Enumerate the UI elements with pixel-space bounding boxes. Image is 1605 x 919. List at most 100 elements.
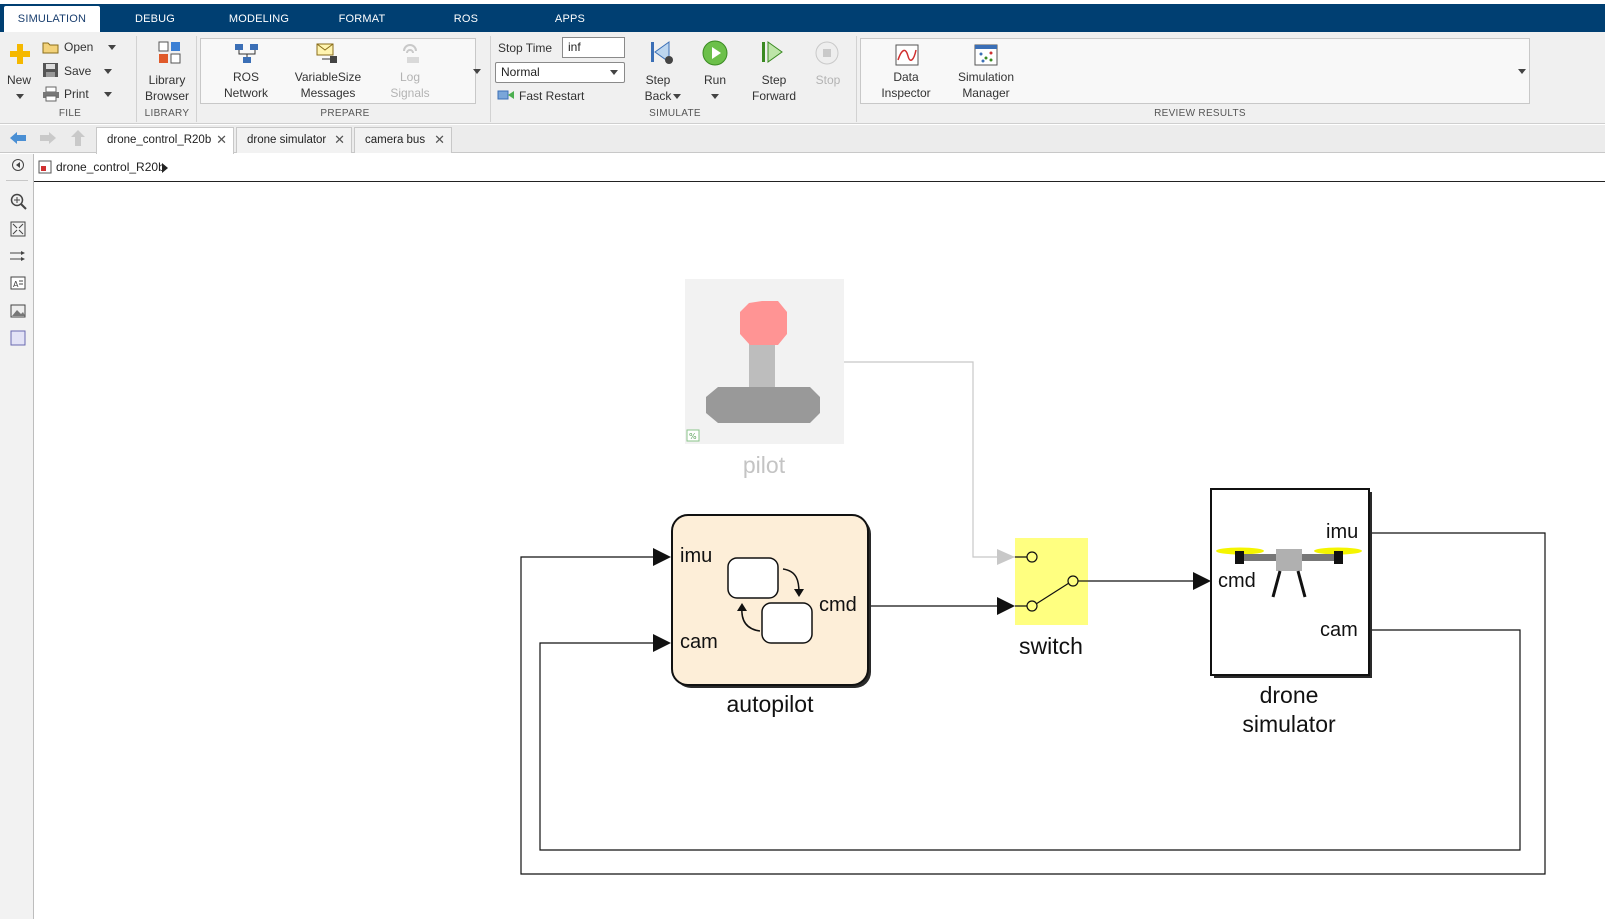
variable-size-messages-button[interactable]: VariableSize Messages: [292, 69, 364, 101]
data-inspector-icon[interactable]: [895, 44, 919, 69]
switch-block[interactable]: [1015, 538, 1088, 625]
tab-ros[interactable]: ROS: [440, 6, 492, 32]
doc-tab-label: drone_control_R20b: [107, 134, 212, 146]
tab-apps[interactable]: APPS: [540, 6, 600, 32]
drone-simulator-label-2: simulator: [1242, 711, 1336, 737]
simulation-manager-icon[interactable]: [974, 44, 998, 69]
library-browser-button[interactable]: Library Browser: [140, 72, 194, 104]
ros-network-button[interactable]: ROS Network: [216, 69, 276, 101]
ribbon-separator: [490, 36, 491, 122]
variable-size-label-1: VariableSize: [294, 70, 362, 84]
run-button[interactable]: Run: [698, 72, 732, 88]
doc-tab-camera-bus[interactable]: camera bus ✕: [354, 127, 452, 153]
run-dropdown-caret[interactable]: [711, 94, 719, 99]
drone-simulator-label: drone simulator: [1219, 681, 1359, 739]
step-back-button[interactable]: Step Back: [636, 72, 680, 104]
tab-simulation[interactable]: SIMULATION: [4, 6, 100, 32]
prepare-gallery-expand[interactable]: [473, 69, 481, 74]
close-icon[interactable]: ✕: [434, 128, 445, 152]
open-button[interactable]: Open: [64, 40, 93, 54]
image-icon[interactable]: [9, 302, 27, 323]
forward-arrow-icon[interactable]: [38, 130, 58, 149]
svg-text:%: %: [689, 432, 697, 441]
step-forward-button[interactable]: Step Forward: [748, 72, 800, 104]
data-inspector-button[interactable]: Data Inspector: [876, 69, 936, 101]
data-inspector-label-2: Inspector: [881, 86, 931, 100]
imu-feedback-arrow: [653, 548, 671, 566]
step-forward-icon[interactable]: [760, 40, 786, 69]
new-button[interactable]: New: [4, 72, 34, 88]
fast-restart-icon[interactable]: [497, 88, 515, 105]
pilot-label: pilot: [742, 452, 786, 478]
back-arrow-icon[interactable]: [8, 130, 28, 149]
stop-icon[interactable]: [815, 41, 839, 68]
new-icon[interactable]: [8, 42, 32, 69]
breadcrumb-model[interactable]: drone_control_R20b: [56, 160, 165, 174]
save-button[interactable]: Save: [64, 64, 91, 78]
pilot-block[interactable]: %: [685, 279, 844, 444]
doc-tab-label: drone simulator: [247, 134, 327, 146]
group-label-simulate: SIMULATE: [649, 108, 701, 119]
ribbon-separator: [856, 36, 857, 122]
stop-time-label: Stop Time: [498, 41, 553, 55]
stop-button[interactable]: Stop: [812, 72, 844, 88]
pilot-signal-arrow: [997, 549, 1015, 565]
drone-simulator-label-1: drone: [1259, 682, 1319, 708]
close-icon[interactable]: ✕: [216, 128, 227, 152]
tab-format[interactable]: FORMAT: [328, 6, 396, 32]
step-forward-label-2: Forward: [751, 89, 796, 103]
hide-explorer-icon[interactable]: [11, 158, 25, 175]
save-dropdown-caret[interactable]: [104, 69, 112, 74]
ribbon-separator: [136, 36, 137, 122]
data-inspector-label-1: Data: [893, 70, 919, 84]
zoom-in-icon[interactable]: [9, 192, 27, 213]
area-icon[interactable]: [9, 329, 27, 350]
step-back-dropdown-caret[interactable]: [673, 94, 681, 99]
variable-size-label-2: Messages: [300, 86, 356, 100]
simulation-manager-button[interactable]: Simulation Manager: [950, 69, 1022, 101]
open-folder-icon[interactable]: [42, 39, 60, 58]
simulation-manager-label-2: Manager: [962, 86, 1010, 100]
save-icon[interactable]: [42, 62, 60, 81]
review-gallery-expand[interactable]: [1518, 69, 1526, 74]
variable-size-messages-icon[interactable]: [316, 43, 342, 68]
up-arrow-icon[interactable]: [70, 129, 86, 150]
library-browser-label-2: Browser: [144, 89, 189, 103]
fast-restart-button[interactable]: Fast Restart: [519, 89, 584, 103]
document-tabs: drone_control_R20b ✕ drone simulator ✕ c…: [0, 125, 1605, 154]
cam-feedback-arrow: [653, 634, 671, 652]
log-signals-button[interactable]: Log Signals: [384, 69, 436, 101]
group-label-file: FILE: [58, 108, 82, 119]
step-back-icon[interactable]: [649, 40, 675, 69]
breadcrumb-arrow-icon[interactable]: [162, 162, 168, 176]
doc-tab-drone-control[interactable]: drone_control_R20b ✕: [96, 127, 234, 154]
step-back-label-1: Step: [645, 73, 671, 87]
annotation-icon[interactable]: A: [9, 274, 27, 295]
model-canvas[interactable]: % pilot imu cam cmd autopilot switch cmd…: [35, 183, 1605, 919]
drone-imu-port: imu: [1326, 521, 1359, 543]
new-dropdown-caret[interactable]: [16, 94, 24, 99]
tab-debug[interactable]: DEBUG: [120, 6, 190, 32]
stop-time-input[interactable]: inf: [562, 37, 625, 58]
doc-tab-drone-simulator[interactable]: drone simulator ✕: [236, 127, 352, 153]
simulation-mode-select[interactable]: Normal: [495, 62, 625, 83]
log-signals-icon[interactable]: [398, 43, 424, 68]
open-dropdown-caret[interactable]: [108, 45, 116, 50]
print-dropdown-caret[interactable]: [104, 92, 112, 97]
fit-to-view-icon[interactable]: [9, 220, 27, 241]
print-button[interactable]: Print: [64, 87, 89, 101]
library-browser-icon[interactable]: [158, 41, 182, 68]
doc-tab-label: camera bus: [365, 134, 426, 146]
autopilot-cam-port: cam: [680, 631, 718, 653]
run-icon[interactable]: [702, 40, 728, 69]
print-icon[interactable]: [42, 86, 60, 105]
autopilot-label: autopilot: [726, 691, 814, 717]
step-forward-label-1: Step: [761, 73, 787, 87]
signal-lines-icon[interactable]: [9, 247, 27, 268]
close-icon[interactable]: ✕: [334, 128, 345, 152]
model-icon: [38, 160, 52, 177]
ros-network-icon[interactable]: [234, 43, 260, 68]
tab-modeling[interactable]: MODELING: [218, 6, 300, 32]
chevron-down-icon: [610, 70, 618, 75]
drone-cam-port: cam: [1320, 619, 1358, 641]
